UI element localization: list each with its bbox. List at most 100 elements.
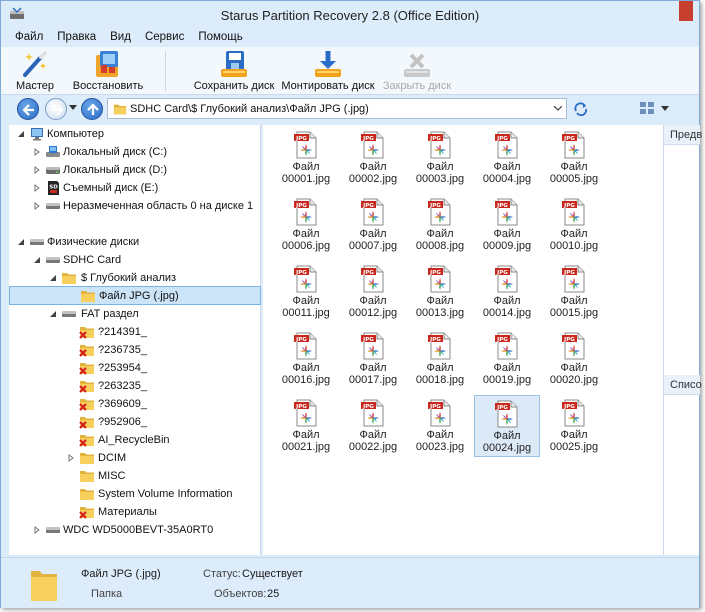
refresh-icon[interactable] — [573, 101, 589, 117]
file-item[interactable]: Файл 00005.jpg — [541, 127, 607, 189]
tree-item-misc[interactable]: MISC — [9, 467, 261, 485]
tree-item-materials[interactable]: Материалы — [9, 503, 261, 521]
tree-label: MISC — [98, 470, 126, 482]
tree-item-drive-e[interactable]: Съемный диск (E:) — [9, 179, 261, 197]
tree-item-wdc[interactable]: WDC WD5000BEVT-35A0RT0 — [9, 521, 261, 539]
collapse-icon[interactable] — [17, 130, 25, 138]
restore-button[interactable]: Восстановить — [71, 49, 145, 93]
file-item[interactable]: Файл 00004.jpg — [474, 127, 540, 189]
collapse-icon[interactable] — [17, 238, 25, 246]
view-dropdown-icon[interactable] — [661, 106, 669, 111]
deleted-folder-icon — [79, 378, 95, 394]
tree-item-deleted-folder[interactable]: ?253954_ — [9, 359, 261, 377]
save-disk-button[interactable]: Сохранить диск — [193, 49, 275, 93]
chevron-down-icon[interactable] — [554, 106, 562, 111]
view-mode-icon[interactable] — [639, 101, 655, 115]
file-item[interactable]: Файл 00020.jpg — [541, 328, 607, 390]
tree-item-fat[interactable]: FAT раздел — [9, 305, 261, 323]
expand-icon[interactable] — [33, 526, 41, 534]
tree-item-sdhc[interactable]: SDHC Card — [9, 251, 261, 269]
collapse-icon[interactable] — [49, 310, 57, 318]
file-item[interactable]: Файл 00019.jpg — [474, 328, 540, 390]
file-item[interactable]: Файл 00007.jpg — [340, 194, 406, 256]
expand-icon[interactable] — [33, 184, 41, 192]
jpg-file-icon — [294, 399, 318, 427]
history-dropdown-icon[interactable] — [69, 105, 77, 111]
tree-item-jpg[interactable]: Файл JPG (.jpg) — [9, 286, 261, 305]
expand-icon[interactable] — [33, 148, 41, 156]
restore-label: Восстановить — [72, 80, 144, 92]
file-item[interactable]: Файл 00012.jpg — [340, 261, 406, 323]
collapse-icon[interactable] — [33, 256, 41, 264]
wizard-button[interactable]: Мастер — [11, 49, 59, 93]
file-name: Файл 00019.jpg — [474, 362, 540, 386]
file-name: Файл 00006.jpg — [273, 228, 339, 252]
tree-label: ?263235_ — [98, 380, 147, 392]
file-item[interactable]: Файл 00006.jpg — [273, 194, 339, 256]
close-window-button[interactable] — [679, 1, 693, 21]
file-name: Файл 00020.jpg — [541, 362, 607, 386]
file-item[interactable]: Файл 00015.jpg — [541, 261, 607, 323]
file-item[interactable]: Файл 00024.jpg — [474, 395, 540, 457]
folder-icon — [113, 102, 127, 116]
mount-disk-button[interactable]: Монтировать диск — [281, 49, 375, 93]
save-disk-label: Сохранить диск — [193, 80, 275, 92]
menu-file[interactable]: Файл — [1, 29, 47, 43]
back-button[interactable] — [17, 98, 39, 120]
menu-help[interactable]: Помощь — [188, 29, 246, 43]
tree-item-deleted-folder[interactable]: ?952906_ — [9, 413, 261, 431]
file-item[interactable]: Файл 00016.jpg — [273, 328, 339, 390]
tree-item-deleted-folder[interactable]: ?369609_ — [9, 395, 261, 413]
tree-item-deep-analysis[interactable]: $ Глубокий анализ — [9, 269, 261, 287]
tree-item-drive-c[interactable]: Локальный диск (C:) — [9, 143, 261, 161]
file-item[interactable]: Файл 00021.jpg — [273, 395, 339, 457]
file-item[interactable]: Файл 00018.jpg — [407, 328, 473, 390]
tree-item-deleted-folder[interactable]: ?236735_ — [9, 341, 261, 359]
file-item[interactable]: Файл 00023.jpg — [407, 395, 473, 457]
tree-item-computer[interactable]: Компьютер — [9, 125, 261, 143]
address-field[interactable]: SDHC Card\$ Глубокий анализ\Файл JPG (.j… — [107, 98, 567, 119]
drive-icon — [45, 198, 61, 214]
file-name-line2: 00003.jpg — [415, 173, 465, 185]
file-item[interactable]: Файл 00011.jpg — [273, 261, 339, 323]
up-button[interactable] — [81, 98, 103, 120]
drive-icon — [45, 522, 61, 538]
file-item[interactable]: Файл 00014.jpg — [474, 261, 540, 323]
partition-icon — [61, 306, 77, 322]
deleted-folder-icon — [79, 342, 95, 358]
tree-item-recycle-bin[interactable]: AI_RecycleBin — [9, 431, 261, 449]
expand-icon[interactable] — [33, 166, 41, 174]
tree-item-drive-d[interactable]: Локальный диск (D:) — [9, 161, 261, 179]
tree-item-physical[interactable]: Физические диски — [9, 233, 261, 251]
tree-item-deleted-folder[interactable]: ?263235_ — [9, 377, 261, 395]
forward-button[interactable] — [45, 98, 67, 120]
expand-icon[interactable] — [33, 202, 41, 210]
menu-edit[interactable]: Правка — [47, 29, 100, 43]
file-item[interactable]: Файл 00001.jpg — [273, 127, 339, 189]
tree-item-unallocated[interactable]: Неразмеченная область 0 на диске 1 — [9, 197, 261, 215]
tree-item-dcim[interactable]: DCIM — [9, 449, 261, 467]
file-item[interactable]: Файл 00009.jpg — [474, 194, 540, 256]
file-item[interactable]: Файл 00022.jpg — [340, 395, 406, 457]
list-header-label: Списо — [670, 379, 702, 391]
file-item[interactable]: Файл 00025.jpg — [541, 395, 607, 457]
tree-item-svi[interactable]: System Volume Information — [9, 485, 261, 503]
file-item[interactable]: Файл 00017.jpg — [340, 328, 406, 390]
file-item[interactable]: Файл 00008.jpg — [407, 194, 473, 256]
close-disk-button[interactable]: Закрыть диск — [381, 49, 453, 93]
expand-icon[interactable] — [67, 454, 75, 462]
tree-item-deleted-folder[interactable]: ?214391_ — [9, 323, 261, 341]
file-item[interactable]: Файл 00013.jpg — [407, 261, 473, 323]
menu-service[interactable]: Сервис — [135, 29, 188, 43]
restore-icon — [96, 51, 118, 77]
file-name-line2: 00023.jpg — [415, 441, 465, 453]
file-item[interactable]: Файл 00003.jpg — [407, 127, 473, 189]
folder-icon — [80, 288, 96, 304]
collapse-icon[interactable] — [49, 274, 57, 282]
file-name-line1: Файл — [560, 161, 588, 173]
menu-view[interactable]: Вид — [100, 29, 135, 43]
wizard-label: Мастер — [15, 80, 55, 92]
file-item[interactable]: Файл 00002.jpg — [340, 127, 406, 189]
file-name-line2: 00019.jpg — [482, 374, 532, 386]
file-item[interactable]: Файл 00010.jpg — [541, 194, 607, 256]
